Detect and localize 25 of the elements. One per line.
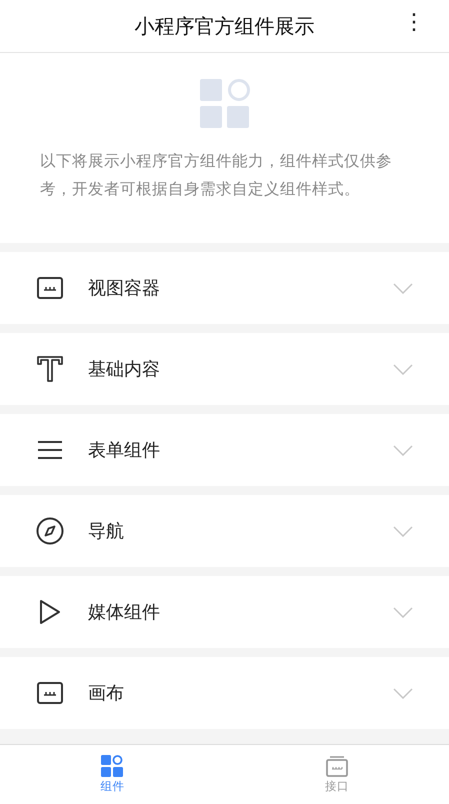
compass-icon [36, 517, 64, 545]
category-label: 画布 [88, 682, 125, 705]
category-item[interactable]: 画布 [0, 657, 449, 729]
category-item[interactable]: 导航 [0, 495, 449, 567]
category-item[interactable]: 媒体组件 [0, 576, 449, 648]
category-label: 媒体组件 [88, 601, 161, 624]
page-title: 小程序官方组件展示 [134, 12, 314, 40]
category-label: 导航 [88, 520, 125, 543]
components-logo-icon [200, 79, 250, 129]
panel-icon [326, 755, 348, 777]
components-icon [101, 755, 124, 777]
lines-icon [38, 440, 62, 460]
category-label: 视图容器 [88, 277, 161, 300]
panel-icon [37, 682, 63, 704]
category-item[interactable]: 表单组件 [0, 414, 449, 486]
tab[interactable]: 组件 [0, 745, 224, 804]
intro-text: 以下将展示小程序官方组件能力，组件样式仅供参考，开发者可根据自身需求自定义组件样式。 [40, 151, 393, 200]
category-item[interactable]: 基础内容 [0, 333, 449, 405]
panel-icon [37, 277, 63, 299]
more-button[interactable]: ⋮ [397, 10, 431, 35]
category-item[interactable]: 视图容器 [0, 252, 449, 324]
category-label: 表单组件 [88, 439, 161, 462]
category-label: 基础内容 [88, 358, 161, 381]
text-icon [37, 356, 63, 382]
play-icon [39, 599, 61, 625]
